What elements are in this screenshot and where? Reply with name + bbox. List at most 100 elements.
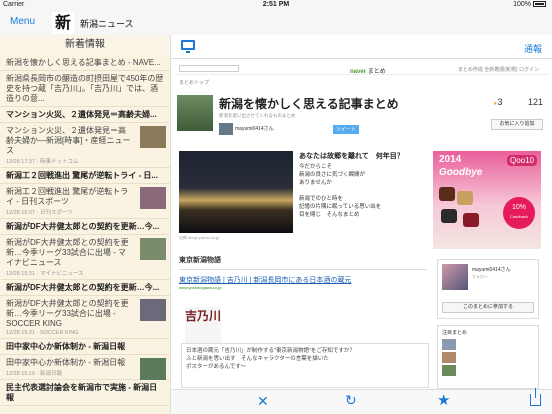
news-item[interactable]: 田中家中心か新体制か - 新潟日報 12/28 15:16 · 新潟日報 [0, 355, 170, 380]
ad-title: Goodbye [439, 167, 483, 178]
intro-line: 記憶の片隅に眠っている思い出を [299, 204, 382, 210]
screen-icon[interactable] [181, 40, 195, 53]
quote-line: 日本酒の蔵元「吉乃川」が制作する"東京新潟物語"をご存知ですか？ [186, 348, 355, 354]
news-thumbnail [140, 126, 166, 148]
article-intro: あなたは故郷を離れて 何年目？ 今だからこそ新潟の良さに気づく瞬間が ありませんか… [299, 153, 427, 219]
news-item-title: 新潟工２回戦進出 驚尾が逆転トライ - 日... [6, 171, 158, 180]
featured-thumb [442, 352, 456, 363]
star-icon[interactable]: ★ [437, 391, 450, 409]
news-thumbnail [140, 358, 166, 380]
ad-year: 2014 [439, 154, 462, 165]
news-item[interactable]: マンション火災、２遺体発見＝高齢夫婦... [0, 107, 170, 123]
news-item[interactable]: 新潟工２回戦進出 驚尾が逆転トライ - 日... [0, 168, 170, 184]
clock: 2:51 PM [262, 1, 290, 8]
featured-thumb [442, 339, 456, 350]
card-avatar[interactable] [442, 264, 468, 290]
view-count: 121 [527, 97, 543, 107]
card-follow[interactable]: フォロー [472, 274, 488, 280]
battery-indicator: 100% [513, 0, 546, 10]
ad-discount: 10% Cashback [503, 197, 535, 229]
app-title: 新潟ニュース [80, 19, 134, 29]
source-link[interactable]: 東京新潟物語 | 吉乃川 | 新潟長岡市にある日本酒の蔵元 [179, 275, 351, 285]
news-item[interactable]: 民主代表選討論会を新潟市で実施 - 新潟日報 [0, 380, 170, 406]
article-description: 新潟を思い出させてくれるものまとめ [219, 113, 296, 118]
news-item-meta: 12/28 17:37 · 時事ドットコム [6, 159, 79, 165]
news-thumbnail [140, 238, 166, 260]
share-icon[interactable] [530, 388, 541, 406]
news-item-meta: 12/28 15:21 · マイナビニュース [6, 271, 84, 277]
sidebar-title: 新着情報 [0, 35, 170, 55]
brand-logo: 吉乃川 [185, 307, 221, 343]
site-logo: naver まとめ [350, 69, 386, 75]
tweet-button[interactable]: ツイート [333, 125, 360, 134]
bag-image [439, 187, 455, 201]
featured-list: 注目まとめ [437, 325, 539, 389]
source-url[interactable]: www.yoshinogawa.co.jp [179, 285, 221, 290]
bag-image [441, 209, 457, 223]
featured-item[interactable] [438, 365, 538, 378]
news-item[interactable]: 新潟がDF大井健太郎との契約を更新…今季リーグ33試合に出場 - SOCCER … [0, 296, 170, 339]
news-thumbnail [140, 299, 166, 321]
intro-line: 目を閉じ そんなまとめ [299, 212, 360, 218]
section-title: 東京新潟物語 [179, 257, 221, 264]
featured-title: 注目まとめ [442, 330, 468, 336]
rating: ★3 [493, 97, 503, 107]
featured-item[interactable] [438, 339, 538, 352]
intro-question: あなたは故郷を離れて 何年目？ [299, 153, 404, 160]
intro-line: 新潟でのひと時を [299, 196, 343, 202]
ad-banner[interactable]: 2014 Goodbye Qoo10 10% Cashback [433, 151, 541, 249]
intro-line: 今だからこそ [299, 164, 333, 170]
menu-button[interactable]: Menu [10, 16, 35, 27]
app-header: Menu 新 新潟ニュース [0, 10, 552, 35]
article-headline: 新潟を懐かしく思える記事まとめ [219, 97, 399, 111]
author-card: mayumi0414さん フォロー このまとめに参加する [437, 259, 539, 319]
author-name[interactable]: mayumi0414さん [235, 125, 274, 132]
news-item[interactable]: 田中家中心か新体制か - 新潟日報 [0, 339, 170, 355]
join-button[interactable]: このまとめに参加する [442, 302, 534, 313]
bag-image [463, 213, 479, 227]
author-avatar[interactable] [219, 123, 233, 135]
news-item-title: 新潟がDF大井健太郎との契約を更新…今... [6, 222, 160, 231]
news-item-title: マンション火災、２遺体発見＝高齢夫婦... [6, 110, 157, 119]
news-item[interactable]: 新潟工２回戦進出 驚尾が逆転トライ - 日刊スポーツ 12/28 15:07 · … [0, 184, 170, 219]
intro-line: ありませんか [299, 180, 332, 186]
site-search-input[interactable] [179, 65, 239, 72]
site-topbar: naver まとめ まとめ作成 全新着順(新規) ログイン [175, 63, 549, 75]
favorite-button[interactable]: お気に入り追加 [491, 119, 543, 130]
featured-thumb [442, 365, 456, 376]
news-feed-list: 新潟を懐かしく思える記事まとめ - NAVE... 新潟県長岡市の醸造の町摂田屋で… [0, 55, 170, 406]
news-item[interactable]: 新潟がDF大井健太郎との契約を更新…今... [0, 280, 170, 296]
quote-line: ふと新潟を思い出す そんなキャラクターの言葉を描いた [186, 356, 329, 362]
breadcrumb[interactable]: まとめトップ [179, 79, 549, 86]
quote-line: ポスターがあるんです～ [186, 364, 247, 370]
news-item-title: 新潟を懐かしく思える記事まとめ - NAVE... [6, 58, 161, 67]
intro-lines: 今だからこそ新潟の良さに気づく瞬間が ありませんか 新潟でのひと時を記憶の片隅に眠… [299, 163, 427, 219]
news-item[interactable]: 新潟がDF大井健太郎との契約を更新…今... [0, 219, 170, 235]
panel-header: 通報 [171, 35, 552, 59]
news-item[interactable]: 新潟を懐かしく思える記事まとめ - NAVE... [0, 55, 170, 71]
news-sidebar: 新着情報 新潟を懐かしく思える記事まとめ - NAVE... 新潟県長岡市の醸造の… [0, 35, 170, 414]
news-item[interactable]: 新潟県長岡市の醸造の町摂田屋で450年の歴史を持つ蔵「吉乃川」。「吉乃川」では、… [0, 71, 170, 107]
status-bar: Carrier 2:51 PM 100% [0, 0, 552, 10]
article-panel: 通報 naver まとめ まとめ作成 全新着順(新規) ログイン まとめトップ … [170, 35, 552, 414]
news-item-title: 新潟県長岡市の醸造の町摂田屋で450年の歴史を持つ蔵「吉乃川」。「吉乃川」では、… [6, 74, 164, 103]
news-item[interactable]: マンション火災、２遺体発見＝高齢夫婦か―新潟[時事]・産経ニュース 12/28 1… [0, 123, 170, 168]
news-item[interactable]: 新潟がDF大井健太郎との契約を更新…今季リーグ33試合に出場 - マイナビニュー… [0, 235, 170, 280]
intro-line: 新潟の良さに気づく瞬間が [299, 172, 366, 178]
bag-image [457, 191, 473, 205]
news-thumbnail [140, 187, 166, 209]
reload-icon[interactable]: ↻ [345, 392, 357, 409]
report-link[interactable]: 通報 [524, 42, 542, 55]
news-item-title: 新潟がDF大井健太郎との契約を更新…今... [6, 283, 160, 292]
section-divider [179, 269, 427, 270]
featured-item[interactable] [438, 352, 538, 365]
bottom-toolbar: ✕ ↻ ★ [171, 388, 552, 414]
intro-line [299, 187, 427, 195]
news-item-meta: 12/28 15:07 · 日刊スポーツ [6, 210, 73, 216]
card-name[interactable]: mayumi0414さん [472, 266, 511, 273]
app-logo: 新 [52, 12, 74, 34]
news-item-title: 民主代表選討論会を新潟市で実施 - 新潟日報 [6, 383, 158, 402]
site-top-links[interactable]: まとめ作成 全新着順(新規) ログイン [458, 66, 539, 73]
webview[interactable]: naver まとめ まとめ作成 全新着順(新規) ログイン まとめトップ 新潟を… [175, 63, 549, 390]
close-icon[interactable]: ✕ [257, 393, 269, 410]
